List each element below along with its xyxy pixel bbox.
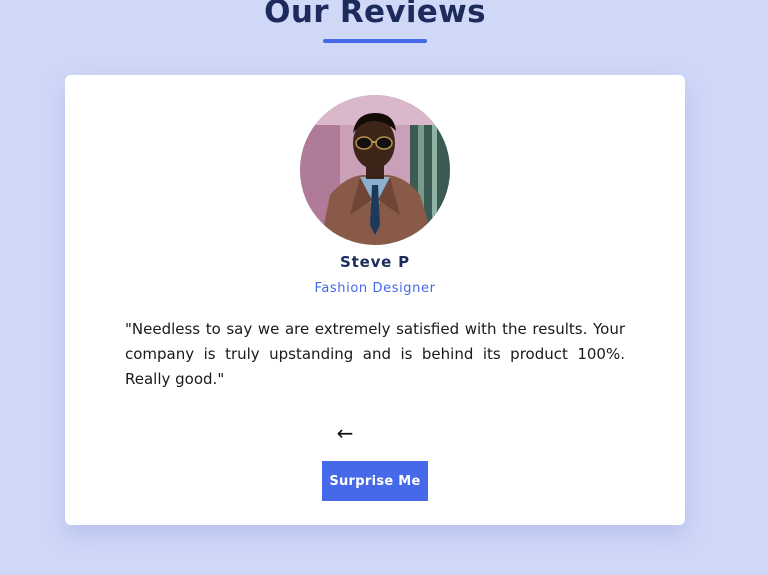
author-name: Steve P bbox=[340, 253, 410, 271]
review-text: "Needless to say we are extremely satisf… bbox=[125, 320, 625, 388]
prev-review-button[interactable]: ← bbox=[333, 421, 357, 445]
review-card: Steve P Fashion Designer "Needless to sa… bbox=[65, 75, 685, 525]
avatar-photo bbox=[300, 95, 450, 245]
author-avatar bbox=[300, 95, 450, 245]
arrow-left-icon: ← bbox=[336, 421, 354, 445]
surprise-me-button[interactable]: Surprise Me bbox=[322, 461, 428, 501]
title-underline bbox=[323, 39, 427, 43]
page-title: Our Reviews bbox=[264, 0, 486, 30]
author-job-title: Fashion Designer bbox=[314, 281, 436, 296]
